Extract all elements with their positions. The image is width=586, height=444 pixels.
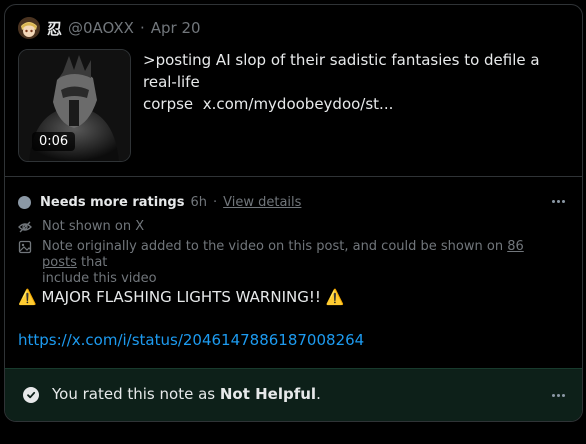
post-date[interactable]: Apr 20 (151, 19, 201, 37)
warning-icon: ⚠️ (18, 288, 37, 306)
image-icon (18, 240, 32, 254)
status-dot-icon (18, 195, 31, 209)
note-status: Needs more ratings (40, 194, 185, 210)
post-text: >posting AI slop of their sadistic fanta… (143, 49, 573, 115)
header-separator: · (139, 19, 145, 37)
note-body: ⚠️ MAJOR FLASHING LIGHTS WARNING!! ⚠️ (18, 287, 562, 307)
video-duration: 0:06 (32, 132, 76, 151)
post-header: 忍 @0AOXX · Apr 20 (47, 17, 201, 39)
note-card: 忍 @0AOXX · Apr 20 0:06 >posting AI slop … (4, 4, 583, 422)
rating-banner: You rated this note as Not Helpful. (5, 368, 582, 421)
rating-more-icon[interactable] (548, 385, 568, 405)
rating-text: You rated this note as Not Helpful. (52, 385, 321, 403)
not-shown-text: Not shown on X (42, 219, 145, 234)
view-details-link[interactable]: View details (223, 195, 301, 210)
status-separator: · (212, 194, 218, 210)
post-text-line1: >posting AI slop of their sadistic fanta… (143, 51, 540, 91)
avatar[interactable] (18, 17, 40, 39)
note-body-text: MAJOR FLASHING LIGHTS WARNING!! (41, 288, 321, 306)
display-name[interactable]: 忍 (47, 18, 62, 39)
note-source-link[interactable]: https://x.com/i/status/20461478861870082… (18, 331, 364, 349)
rating-value: Not Helpful (219, 385, 317, 403)
post-link[interactable]: x.com/mydoobeydoo/st... (203, 95, 394, 113)
note-age: 6h (190, 194, 207, 210)
quoted-post[interactable]: 忍 @0AOXX · Apr 20 0:06 >posting AI slop … (5, 5, 582, 176)
community-note: Needs more ratings 6h · View details Not… (5, 177, 582, 369)
post-text-line2: corpse (143, 95, 194, 113)
warning-icon: ⚠️ (325, 288, 345, 306)
video-thumbnail[interactable]: 0:06 (18, 49, 131, 162)
note-more-icon[interactable] (548, 191, 568, 211)
handle[interactable]: @0AOXX (68, 19, 134, 37)
eye-slash-icon (18, 221, 32, 233)
note-status-row: Needs more ratings 6h · View details (18, 192, 301, 212)
not-shown-row: Not shown on X (18, 219, 144, 235)
check-circle-icon (23, 387, 39, 403)
origin-row: Note originally added to the video on th… (18, 239, 558, 287)
origin-text: Note originally added to the video on th… (42, 239, 524, 286)
